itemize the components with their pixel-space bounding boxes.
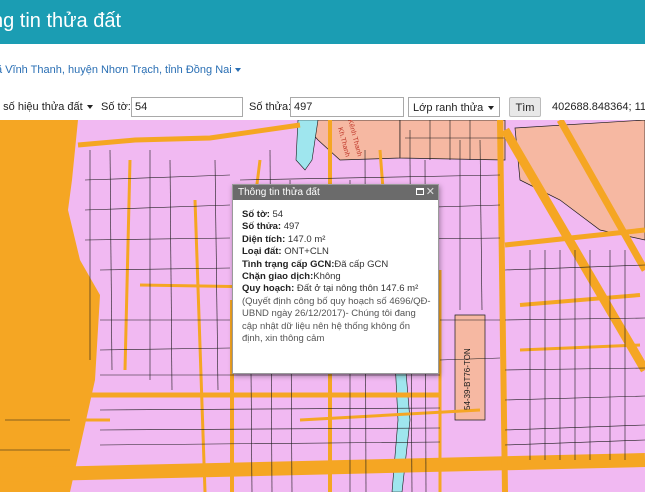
- area-field: Diện tích: 147.0 m²: [242, 233, 326, 245]
- transaction-block-field: Chặn giao dịch:Không: [242, 271, 341, 283]
- popup-header: Thông tin thửa đất ✕: [233, 185, 438, 200]
- popup-body: Số tờ: 54 Số thửa: 497 Diện tích: 147.0 …: [233, 200, 438, 345]
- app-window: ng tin thửa đất ã Vĩnh Thanh, huyện Nhơn…: [0, 0, 645, 492]
- layer-select[interactable]: Lớp ranh thửa: [408, 97, 500, 117]
- road-label: 54-39-BT76-TON: [463, 348, 472, 410]
- popup-title: Thông tin thửa đất: [238, 187, 320, 198]
- search-mode-select[interactable]: o số hiệu thửa đất: [0, 97, 93, 117]
- close-icon[interactable]: ✕: [426, 185, 435, 200]
- parcel-info-popup: Thông tin thửa đất ✕ Số tờ: 54 Số thửa: …: [232, 184, 439, 374]
- app-title: ng tin thửa đất: [0, 10, 122, 32]
- sheet-number-label: Số tờ:: [101, 101, 131, 113]
- search-button[interactable]: Tìm: [509, 97, 541, 117]
- certificate-field: Tình trạng cấp GCN:Đã cấp GCN: [242, 258, 389, 270]
- caret-down-icon: [86, 105, 93, 110]
- sheet-number-input[interactable]: [131, 97, 243, 117]
- planning-note: (Quyết định công bố quy hoạch số 4696/QĐ…: [242, 295, 431, 345]
- maximize-icon[interactable]: [416, 188, 424, 195]
- caret-down-icon: [488, 106, 494, 110]
- parcel-number-input[interactable]: [290, 97, 404, 117]
- search-toolbar: o số hiệu thửa đất Số tờ: Số thửa: Lớp r…: [0, 97, 645, 119]
- layer-select-label: Lớp ranh thửa: [413, 102, 484, 114]
- planning-field: Quy hoạch: Đất ở tại nông thôn 147.6 m²: [242, 283, 419, 295]
- coordinates-readout: 402688.848364; 11: [552, 101, 645, 113]
- land-type-field: Loại đất: ONT+CLN: [242, 246, 329, 258]
- location-label: ã Vĩnh Thanh, huyện Nhơn Trạch, tỉnh Đồn…: [0, 64, 232, 76]
- caret-down-icon: [234, 68, 241, 73]
- parcel-field: Số thửa: 497: [242, 221, 300, 233]
- app-header: ng tin thửa đất: [0, 0, 645, 44]
- sheet-field: Số tờ: 54: [242, 209, 284, 220]
- parcel-number-label: Số thửa:: [249, 101, 292, 113]
- location-dropdown[interactable]: ã Vĩnh Thanh, huyện Nhơn Trạch, tỉnh Đồn…: [0, 64, 241, 76]
- search-mode-label: o số hiệu thửa đất: [0, 101, 83, 113]
